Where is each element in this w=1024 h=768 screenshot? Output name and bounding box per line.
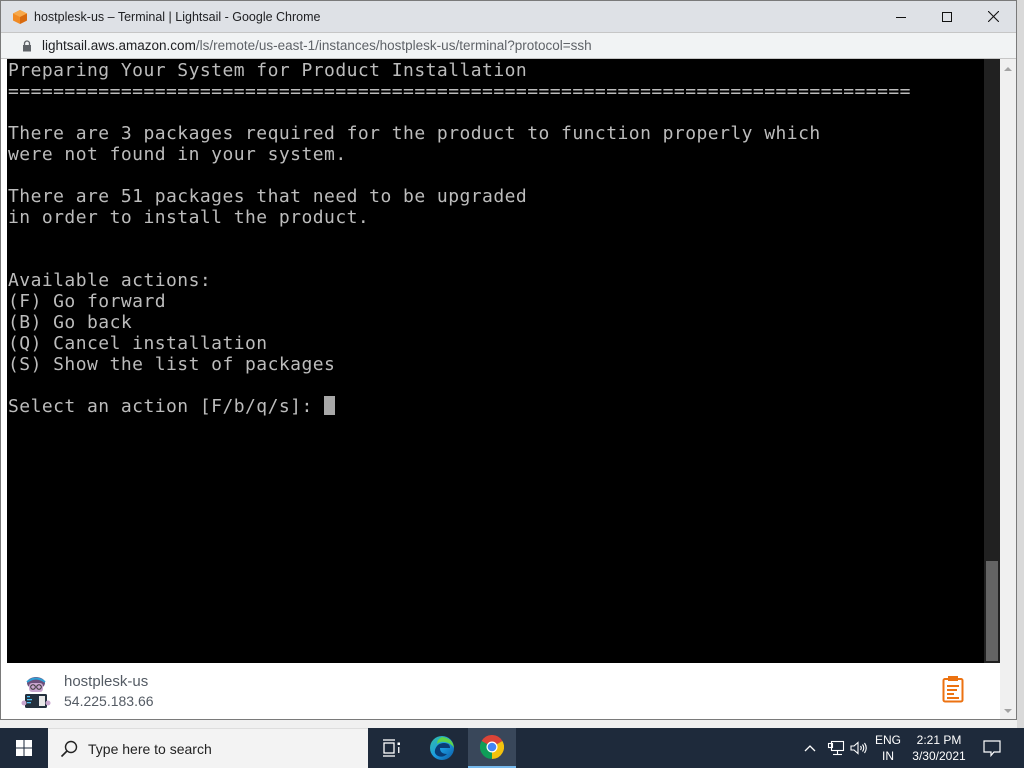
terminal-cursor: [324, 396, 336, 415]
address-bar[interactable]: lightsail.aws.amazon.com/ls/remote/us-ea…: [1, 32, 1016, 59]
minimize-icon: [896, 16, 906, 18]
clock-time: 2:21 PM: [916, 733, 962, 747]
url-text[interactable]: lightsail.aws.amazon.com/ls/remote/us-ea…: [42, 38, 592, 53]
terminal-line: Preparing Your System for Product Instal…: [8, 60, 528, 81]
chrome-taskbar-button[interactable]: [468, 728, 516, 768]
show-hidden-icons-button[interactable]: [800, 728, 820, 768]
maximize-icon: [942, 11, 952, 22]
lightsail-favicon-icon: [13, 9, 27, 24]
scroll-down-arrow-icon[interactable]: [1004, 709, 1012, 713]
instance-ip: 54.225.183.66: [64, 693, 154, 709]
terminal-scrollbar-thumb[interactable]: [986, 561, 998, 661]
taskbar-search-box[interactable]: Type here to search: [48, 728, 368, 768]
terminal-scrollbar[interactable]: [984, 59, 1000, 663]
scroll-up-arrow-icon[interactable]: [1004, 67, 1012, 71]
clipboard-icon[interactable]: [942, 675, 964, 703]
network-button[interactable]: [824, 728, 848, 768]
minimize-button[interactable]: [878, 1, 924, 32]
taskbar-clock[interactable]: 2:21 PM 3/30/2021: [906, 732, 972, 764]
clock-date: 3/30/2021: [912, 749, 966, 763]
instance-name: hostplesk-us: [64, 673, 149, 690]
title-bar: hostplesk-us – Terminal | Lightsail - Go…: [1, 1, 1016, 32]
search-icon: [60, 740, 78, 757]
chevron-up-icon: [804, 745, 816, 752]
terminal-line: (S) Show the list of packages: [8, 354, 336, 375]
url-host: lightsail.aws.amazon.com: [42, 38, 196, 53]
close-button[interactable]: [970, 1, 1016, 32]
windows-logo-icon: [16, 740, 32, 756]
terminal-output: Preparing Your System for Product Instal…: [8, 60, 911, 417]
edge-taskbar-button[interactable]: [418, 728, 466, 768]
chrome-icon: [480, 735, 504, 759]
maximize-button[interactable]: [924, 1, 970, 32]
desktop-background: [1017, 0, 1024, 728]
terminal-line: were not found in your system.: [8, 144, 347, 165]
task-view-icon: [383, 739, 400, 757]
language-region: IN: [882, 749, 894, 763]
action-center-button[interactable]: [978, 728, 1006, 768]
instance-footer: hostplesk-us 54.225.183.66: [7, 663, 1000, 719]
terminal-line: ========================================…: [8, 81, 911, 102]
url-path: /ls/remote/us-east-1/instances/hostplesk…: [195, 38, 592, 53]
terminal-line: (B) Go back: [8, 312, 133, 333]
lock-icon: [23, 39, 31, 51]
input-language-indicator[interactable]: ENG IN: [870, 732, 906, 764]
terminal-line: Available actions:: [8, 270, 212, 291]
terminal-lines: Preparing Your System for Product Instal…: [8, 60, 911, 375]
volume-icon: [850, 741, 867, 755]
instance-avatar-icon: [21, 677, 51, 708]
task-view-button[interactable]: [368, 728, 416, 768]
start-button[interactable]: [0, 728, 48, 768]
terminal-line: (Q) Cancel installation: [8, 333, 268, 354]
language-code: ENG: [874, 733, 901, 747]
terminal-prompt: Select an action [F/b/q/s]:: [8, 396, 325, 417]
notification-icon: [983, 739, 1001, 757]
window-title: hostplesk-us – Terminal | Lightsail - Go…: [34, 9, 321, 24]
volume-button[interactable]: [848, 728, 870, 768]
terminal-line: (F) Go forward: [8, 291, 167, 312]
terminal-line: There are 51 packages that need to be up…: [8, 186, 528, 207]
page-scrollbar[interactable]: [1000, 59, 1016, 719]
network-icon: [827, 740, 845, 756]
edge-icon: [430, 736, 454, 760]
terminal-line: in order to install the product.: [8, 207, 370, 228]
search-placeholder: Type here to search: [88, 740, 212, 757]
terminal-screen[interactable]: Preparing Your System for Product Instal…: [7, 59, 984, 663]
windows-taskbar: Type here to search ENG IN 2:21 PM 3/30/…: [0, 728, 1024, 768]
terminal-line: There are 3 packages required for the pr…: [8, 123, 821, 144]
close-icon: [987, 11, 999, 22]
